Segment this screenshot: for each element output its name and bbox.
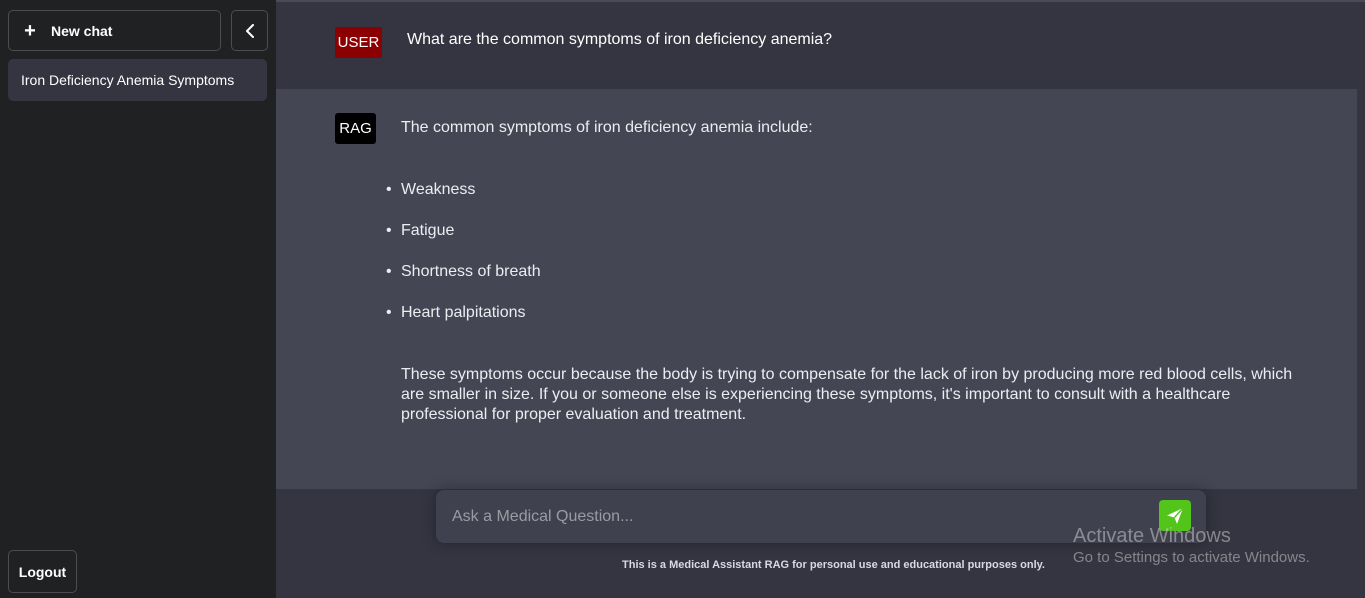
sidebar: + New chat Iron Deficiency Anemia Sympto… [0, 0, 276, 598]
sidebar-chat-item[interactable]: Iron Deficiency Anemia Symptoms [8, 59, 267, 101]
new-chat-button[interactable]: + New chat [8, 10, 221, 51]
new-chat-label: New chat [51, 22, 113, 39]
scrollbar-track[interactable] [1357, 89, 1365, 489]
logout-button[interactable]: Logout [8, 550, 77, 593]
watermark-subtitle: Go to Settings to activate Windows. [1073, 549, 1310, 566]
disclaimer-text: This is a Medical Assistant RAG for pers… [622, 559, 1045, 571]
app-window: + New chat Iron Deficiency Anemia Sympto… [0, 0, 1365, 598]
assistant-message-row: RAG The common symptoms of iron deficien… [276, 89, 1357, 489]
plus-icon: + [24, 19, 36, 42]
watermark-title: Activate Windows [1073, 525, 1231, 547]
activate-windows-watermark: Activate Windows Go to Settings to activ… [1073, 524, 1310, 568]
user-message-row: USER What are the common symptoms of iro… [276, 2, 1365, 89]
rag-badge: RAG [335, 113, 376, 144]
collapse-sidebar-button[interactable] [231, 10, 268, 51]
list-item: Weakness [386, 180, 1301, 200]
paper-plane-icon [1167, 507, 1184, 524]
chat-item-title: Iron Deficiency Anemia Symptoms [21, 72, 235, 88]
assistant-message: The common symptoms of iron deficiency a… [386, 118, 1301, 425]
user-badge: USER [335, 27, 382, 58]
chevron-left-icon [245, 23, 254, 38]
assistant-outro: These symptoms occur because the body is… [401, 366, 1293, 423]
assistant-intro: The common symptoms of iron deficiency a… [401, 119, 813, 136]
user-message: What are the common symptoms of iron def… [407, 31, 833, 48]
list-item: Heart palpitations [386, 303, 1301, 323]
symptom-list: Weakness Fatigue Shortness of breath Hea… [386, 180, 1301, 323]
list-item: Fatigue [386, 221, 1301, 241]
chat-main: USER What are the common symptoms of iro… [276, 0, 1365, 598]
question-input[interactable] [436, 490, 1146, 543]
list-item: Shortness of breath [386, 262, 1301, 282]
